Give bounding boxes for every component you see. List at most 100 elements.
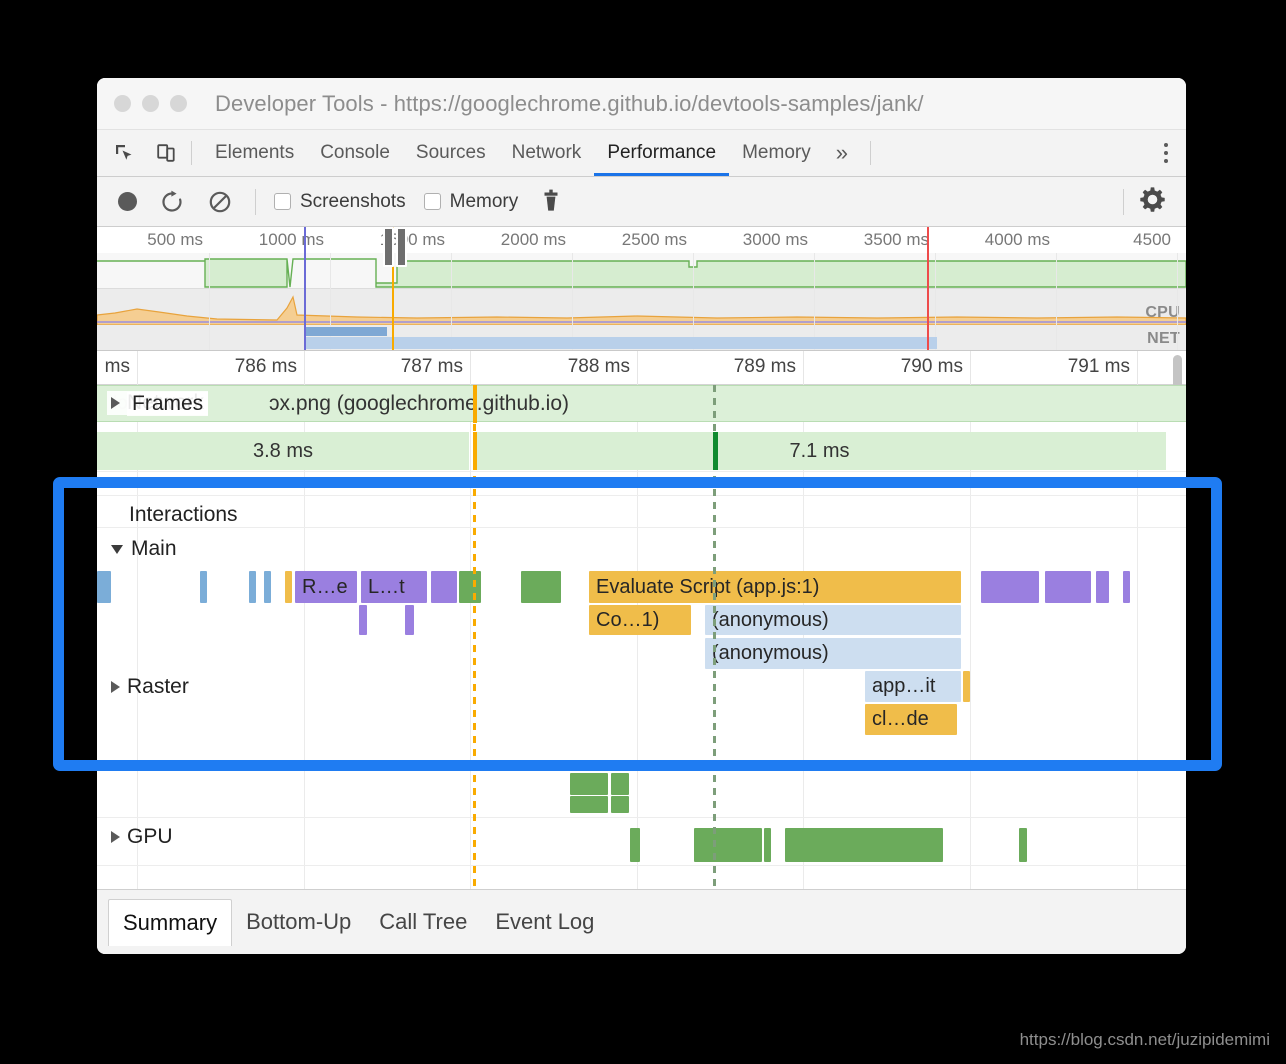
tab-elements[interactable]: Elements (202, 130, 307, 176)
detail-tick-label: 791 ms (1067, 356, 1130, 377)
chevron-right-icon[interactable] (111, 397, 120, 409)
traffic-light-group (114, 95, 187, 112)
close-window-button[interactable] (114, 95, 131, 112)
flame-bar-classify-node[interactable]: cl…de (865, 704, 957, 735)
flame-bar-rendering[interactable] (981, 571, 1039, 603)
gpu-bar[interactable] (694, 828, 762, 862)
overview-selection-handle-right[interactable] (396, 227, 407, 267)
tab-call-tree[interactable]: Call Tree (365, 899, 481, 946)
bottom-drawer-tabs: Summary Bottom-Up Call Tree Event Log (97, 889, 1186, 954)
more-tabs-icon[interactable]: » (824, 130, 860, 176)
screenshots-checkbox-box[interactable] (274, 193, 291, 210)
timeline-overview[interactable]: FPS CPU NET 500 ms1000 ms1500 ms2000 ms2… (97, 227, 1186, 351)
gpu-bar[interactable] (764, 828, 771, 862)
record-button[interactable] (118, 192, 137, 211)
frame-block[interactable]: 3.8 ms (97, 432, 470, 470)
flame-bar-app-init[interactable]: app…it (865, 671, 961, 702)
screenshots-checkbox[interactable]: Screenshots (274, 191, 406, 213)
raster-bar[interactable] (570, 796, 608, 813)
gpu-bar[interactable] (785, 828, 943, 862)
flame-bar-paint[interactable] (521, 571, 561, 603)
flame-bar-layout[interactable]: L…t (361, 571, 427, 603)
flame-bar-tick[interactable] (963, 671, 970, 702)
watermark-text: https://blog.csdn.net/juzipidemimi (1019, 1030, 1270, 1049)
main-track-header[interactable]: Main (111, 537, 177, 561)
flame-bar-anonymous[interactable]: (anonymous) (705, 638, 961, 669)
toolbar-divider-1 (255, 188, 256, 215)
device-toolbar-icon[interactable] (151, 138, 181, 168)
screenshot-root: Developer Tools - https://googlechrome.g… (0, 0, 1286, 1064)
gpu-bar[interactable] (630, 828, 640, 862)
reload-and-profile-icon[interactable] (159, 189, 185, 215)
flame-bar-tick[interactable] (249, 571, 256, 603)
tab-sources[interactable]: Sources (403, 130, 499, 176)
kebab-menu-icon[interactable] (1164, 143, 1168, 163)
chevron-right-icon[interactable] (111, 681, 120, 693)
memory-checkbox-label: Memory (449, 190, 519, 212)
minimize-window-button[interactable] (142, 95, 159, 112)
memory-checkbox-box[interactable] (423, 193, 441, 210)
flame-bar-recalculate-style[interactable]: R…e (295, 571, 357, 603)
tab-bottom-up[interactable]: Bottom-Up (232, 899, 365, 946)
zoom-window-button[interactable] (170, 95, 187, 112)
flame-bar-tick[interactable] (264, 571, 271, 603)
detail-tick-label: ms (104, 356, 130, 377)
inspect-element-icon[interactable] (109, 138, 139, 168)
overview-net-bar-secondary (305, 337, 937, 349)
overview-selection-handle-left[interactable] (383, 227, 394, 267)
flame-bar-rendering[interactable] (359, 605, 367, 635)
track-separator (97, 527, 1186, 528)
chevron-down-icon[interactable] (111, 544, 123, 554)
clear-recording-icon[interactable] (207, 189, 233, 215)
gpu-track-header[interactable]: GPU (111, 825, 173, 849)
overview-tick-label: 1000 ms (258, 230, 324, 249)
performance-toolbar: Screenshots Memory (97, 177, 1186, 227)
flame-bar-evaluate-script[interactable]: Evaluate Script (app.js:1) (589, 571, 961, 603)
raster-bar[interactable] (570, 773, 608, 795)
network-track[interactable]: logo-1024 Network ɔx.png (googlechrome.g… (97, 385, 1186, 422)
tab-network[interactable]: Network (499, 130, 595, 176)
overview-tick-label: 2000 ms (500, 230, 566, 249)
gear-icon[interactable] (1139, 186, 1166, 218)
raster-bar[interactable] (611, 773, 629, 795)
detail-tick-label: 790 ms (900, 356, 963, 377)
overview-tick-label: 4500 (1133, 230, 1171, 249)
flame-bar-rendering[interactable] (1045, 571, 1091, 603)
tabstrip-divider (191, 141, 192, 165)
chevron-right-icon[interactable] (111, 831, 120, 843)
flame-bar-paint[interactable] (459, 571, 481, 603)
tab-console[interactable]: Console (307, 130, 403, 176)
flame-bar-rendering[interactable] (405, 605, 414, 635)
raster-track-label: Raster (127, 675, 189, 698)
flame-bar-tick[interactable] (1123, 571, 1130, 603)
flame-bar-rendering[interactable] (431, 571, 457, 603)
detail-tick-line (970, 351, 971, 385)
main-track-label: Main (131, 537, 177, 560)
flame-bar-compile-script[interactable]: Co…1) (589, 605, 691, 635)
detail-tick-label: 787 ms (400, 356, 463, 377)
flame-bar-tick[interactable] (285, 571, 292, 603)
active-tab-underline (594, 173, 730, 176)
tab-summary[interactable]: Summary (108, 898, 233, 946)
raster-track-header[interactable]: Raster (111, 675, 189, 699)
detail-tick-label: 786 ms (234, 356, 297, 377)
frame-block[interactable]: 7.1 ms (473, 432, 1167, 470)
overview-fps-chart (97, 258, 1186, 288)
overview-tick-label: 4000 ms (984, 230, 1050, 249)
trash-icon[interactable] (540, 189, 562, 215)
gpu-bar[interactable] (1019, 828, 1027, 862)
tab-event-log[interactable]: Event Log (481, 899, 608, 946)
flame-bar-anonymous[interactable]: (anonymous) (705, 605, 961, 635)
flame-bar-loading[interactable] (97, 571, 111, 603)
flame-bar-rendering[interactable] (1096, 571, 1109, 603)
frames-track[interactable]: 3.8 ms 7.1 ms (97, 432, 1186, 470)
flame-bar-tick[interactable] (200, 571, 207, 603)
tab-performance[interactable]: Performance (594, 130, 729, 176)
track-separator (97, 865, 1186, 866)
tab-memory[interactable]: Memory (729, 130, 824, 176)
network-request-label: ɔx.png (googlechrome.github.io) (269, 392, 570, 415)
raster-bar[interactable] (611, 796, 629, 813)
overview-marker-blue (304, 227, 306, 350)
timeline-tracks[interactable]: logo-1024 Network ɔx.png (googlechrome.g… (97, 385, 1186, 896)
memory-checkbox[interactable]: Memory (423, 190, 519, 213)
